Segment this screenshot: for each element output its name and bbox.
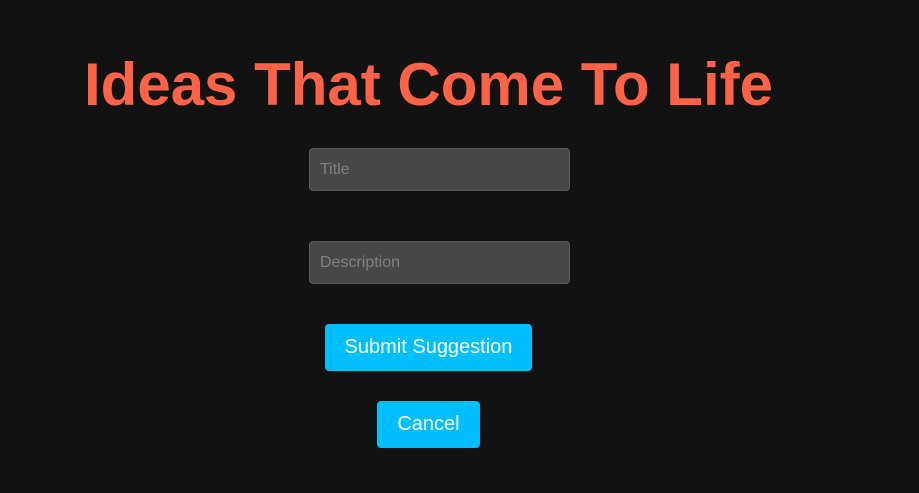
suggestion-page: Ideas That Come To Life Submit Suggestio…	[0, 0, 919, 493]
cancel-button[interactable]: Cancel	[377, 401, 480, 448]
description-input[interactable]	[309, 241, 570, 284]
title-input[interactable]	[309, 148, 570, 191]
submit-suggestion-button[interactable]: Submit Suggestion	[325, 324, 532, 371]
page-title: Ideas That Come To Life	[84, 51, 773, 118]
